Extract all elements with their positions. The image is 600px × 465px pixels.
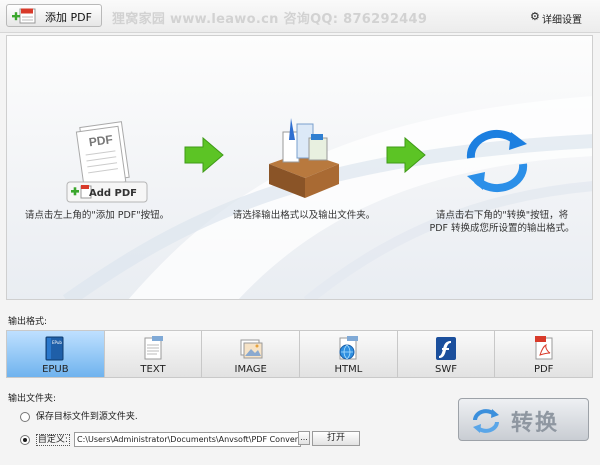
svg-text:EPub: EPub xyxy=(52,340,62,345)
tab-text-label: TEXT xyxy=(140,364,166,375)
top-toolbar: 添加 PDF 狸窝家园 www.leawo.cn 咨询QQ: 876292449… xyxy=(0,0,600,33)
convert-button[interactable]: 转换 xyxy=(458,398,589,441)
arrow-right-icon xyxy=(184,136,224,174)
radio-custom-folder-circle[interactable] xyxy=(20,434,30,445)
settings-label: 详细设置 xyxy=(542,15,582,26)
open-folder-button[interactable]: 打开 xyxy=(312,431,360,446)
radio-same-folder-label: 保存目标文件到源文件夹. xyxy=(35,412,138,422)
add-pdf-graphic-label: Add PDF xyxy=(89,188,137,199)
tab-image[interactable]: IMAGE xyxy=(202,331,301,377)
browse-button[interactable]: ... xyxy=(298,431,310,445)
tab-html[interactable]: HTML xyxy=(300,331,398,377)
step3-instruction-line1: 请点击右下角的"转换"按钮，将 xyxy=(435,210,569,221)
radio-same-folder-circle[interactable] xyxy=(20,411,30,422)
tab-swf-label: SWF xyxy=(435,364,458,375)
radio-same-folder[interactable]: 保存目标文件到源文件夹. xyxy=(20,409,138,422)
format-tabs: EPub EPUB TEXT IMAGE HTML SWF PDF xyxy=(6,330,593,378)
step3-instruction-line2: PDF 转换成您所设置的输出格式。 xyxy=(429,223,575,234)
tab-epub-label: EPUB xyxy=(42,364,69,375)
radio-custom-folder[interactable]: 自定义: xyxy=(20,432,70,446)
tab-text[interactable]: TEXT xyxy=(104,331,203,377)
gear-icon: ⚙ xyxy=(530,10,540,23)
tab-pdf-label: PDF xyxy=(533,364,554,375)
image-icon xyxy=(240,339,263,359)
epub-book-icon: EPub xyxy=(45,336,64,361)
tab-pdf[interactable]: PDF xyxy=(495,331,593,377)
arrow-right-icon xyxy=(386,136,426,174)
output-folder-label: 输出文件夹: xyxy=(8,394,57,404)
tab-html-label: HTML xyxy=(334,364,363,375)
radio-custom-folder-label: 自定义: xyxy=(35,434,70,446)
output-format-box-icon xyxy=(269,118,339,198)
step2-instruction: 请选择输出格式以及输出文件夹。 xyxy=(232,210,376,221)
pdf-document-icon xyxy=(534,336,553,360)
step3-instruction: 请点击右下角的"转换"按钮，将 PDF 转换成您所设置的输出格式。 xyxy=(417,209,587,235)
watermark-text: 狸窝家园 www.leawo.cn 咨询QQ: 876292449 xyxy=(112,12,428,27)
convert-cycle-icon xyxy=(466,129,528,193)
flash-icon xyxy=(436,337,457,360)
guide-panel: PDF Add PDF 请点击左上角的"添加 PDF"按钮。 请选择输出格式以及… xyxy=(6,35,593,300)
add-pdf-button[interactable]: 添加 PDF xyxy=(6,4,102,27)
output-path-input[interactable] xyxy=(74,432,301,447)
html-globe-icon xyxy=(339,336,359,360)
convert-label: 转换 xyxy=(511,411,560,436)
step1-instruction: 请点击左上角的"添加 PDF"按钮。 xyxy=(24,210,170,221)
tab-swf[interactable]: SWF xyxy=(397,331,496,377)
add-pdf-icon xyxy=(12,8,36,24)
text-document-icon xyxy=(144,336,163,360)
add-pdf-label: 添加 PDF xyxy=(45,11,92,24)
convert-cycle-icon xyxy=(473,409,499,433)
tab-epub[interactable]: EPub EPUB xyxy=(7,331,105,377)
settings-link[interactable]: ⚙ 详细设置 xyxy=(530,10,582,26)
output-format-label: 输出格式: xyxy=(8,317,48,327)
tab-image-label: IMAGE xyxy=(234,364,267,375)
